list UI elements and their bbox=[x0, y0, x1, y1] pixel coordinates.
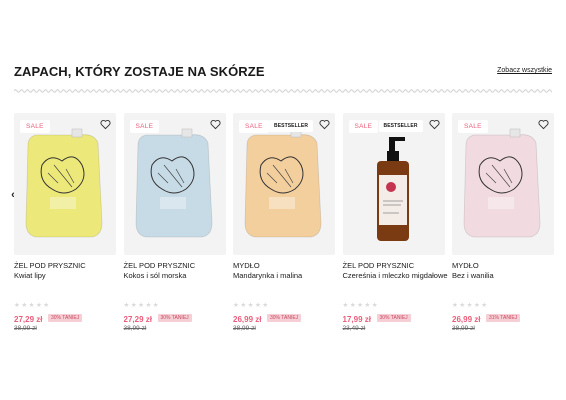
section-title: ZAPACH, KTÓRY ZOSTAJE NA SKÓRZE bbox=[14, 64, 265, 79]
product-name[interactable]: Bez i wanilia bbox=[452, 271, 494, 280]
product-name[interactable]: Mandarynka i malina bbox=[233, 271, 302, 280]
old-price: 38,99 zł bbox=[452, 325, 475, 332]
sale-badge: SALE bbox=[239, 120, 269, 133]
heart-icon[interactable] bbox=[100, 119, 111, 130]
bestseller-badge: BESTSELLER bbox=[378, 120, 423, 132]
old-price: 38,99 zł bbox=[14, 325, 37, 332]
product-package-illustration bbox=[244, 128, 322, 238]
product-name[interactable]: Czereśnia i mleczko migdałowe bbox=[343, 271, 448, 280]
product-card[interactable]: SALE ŻEL POD PRYSZNIC Kokos i sól morska… bbox=[123, 113, 226, 338]
rating-stars: ★★★★★ bbox=[14, 302, 51, 309]
discount-badge: 31% TANIEJ bbox=[486, 314, 521, 322]
discount-badge: 30% TANIEJ bbox=[157, 314, 192, 322]
rating-stars: ★★★★★ bbox=[123, 302, 161, 309]
product-price: 17,99 zł bbox=[342, 315, 371, 324]
product-price: 27,29 zł bbox=[14, 315, 43, 324]
wavy-divider bbox=[14, 89, 552, 93]
product-package-illustration bbox=[376, 137, 409, 241]
product-card[interactable]: SALE MYDŁO Bez i wanilia ★★★★★ 26,99 zł … bbox=[452, 113, 554, 338]
discount-badge: 30% TANIEJ bbox=[267, 314, 302, 322]
product-image[interactable]: SALE BESTSELLER bbox=[342, 113, 445, 255]
product-name[interactable]: Kokos i sól morska bbox=[124, 271, 187, 280]
product-image[interactable]: SALE bbox=[123, 113, 226, 255]
bestseller-badge: BESTSELLER bbox=[269, 120, 314, 132]
product-image[interactable]: SALE BESTSELLER bbox=[233, 113, 335, 255]
heart-icon[interactable] bbox=[538, 119, 549, 130]
discount-badge: 30% TANIEJ bbox=[376, 314, 411, 322]
rating-stars: ★★★★★ bbox=[452, 302, 489, 309]
heart-icon[interactable] bbox=[319, 119, 330, 130]
product-card[interactable]: SALE BESTSELLER MYDŁO Mandarynka i malin… bbox=[233, 113, 335, 338]
old-price: 38,99 zł bbox=[123, 325, 147, 332]
old-price: 38,99 zł bbox=[233, 325, 256, 332]
product-image[interactable]: SALE bbox=[452, 113, 554, 255]
discount-badge: 30% TANIEJ bbox=[48, 314, 83, 322]
product-price: 26,99 zł bbox=[452, 315, 481, 324]
product-package-illustration bbox=[135, 128, 212, 238]
product-price: 26,99 zł bbox=[233, 315, 262, 324]
rating-stars: ★★★★★ bbox=[342, 302, 380, 309]
sale-badge: SALE bbox=[348, 120, 379, 133]
heart-icon[interactable] bbox=[429, 119, 440, 130]
product-name[interactable]: Kwiat lipy bbox=[14, 271, 46, 280]
sale-badge: SALE bbox=[458, 120, 488, 133]
see-all-link[interactable]: Zobacz wszystkie bbox=[497, 67, 552, 74]
product-price: 27,29 zł bbox=[123, 315, 152, 324]
product-package-illustration bbox=[463, 128, 541, 238]
product-card[interactable]: SALE BESTSELLER ŻEL POD PRYSZNIC Czereśn… bbox=[342, 113, 448, 338]
product-category: ŻEL POD PRYSZNIC bbox=[342, 261, 415, 270]
sale-badge: SALE bbox=[129, 120, 160, 133]
sale-badge: SALE bbox=[20, 120, 50, 133]
rating-stars: ★★★★★ bbox=[233, 302, 270, 309]
product-image[interactable]: SALE bbox=[14, 113, 116, 255]
product-package-illustration bbox=[25, 128, 103, 238]
product-category: MYDŁO bbox=[233, 261, 260, 270]
product-category: MYDŁO bbox=[452, 261, 479, 270]
product-category: ŻEL POD PRYSZNIC bbox=[123, 261, 196, 270]
heart-icon[interactable] bbox=[210, 119, 221, 130]
product-card[interactable]: SALE ŻEL POD PRYSZNIC Kwiat lipy ★★★★★ 2… bbox=[14, 113, 116, 338]
old-price: 23,49 zł bbox=[342, 325, 366, 332]
product-category: ŻEL POD PRYSZNIC bbox=[14, 261, 86, 270]
